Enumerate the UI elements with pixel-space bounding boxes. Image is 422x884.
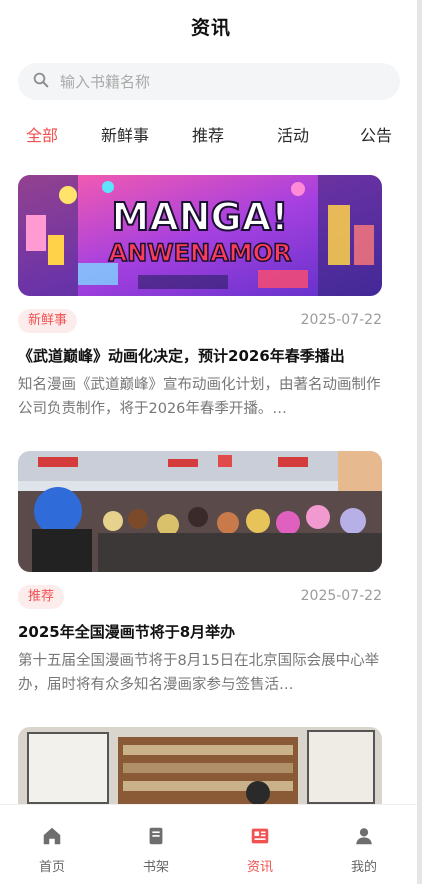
tab-events[interactable]: 活动 [277,122,309,146]
news-card[interactable] [18,727,382,807]
card-meta: 新鲜事 2025-07-22 [18,309,382,333]
news-card[interactable]: MANGA! ANWENAMOR 新鲜事 2025-07-22 《武道巅峰》动画… [18,175,382,417]
search-icon [32,71,50,93]
page-title: 资讯 [190,16,231,39]
cover-title-line1: MANGA! [112,195,289,239]
bottom-tabbar: 首页 书架 资讯 我的 [0,804,417,884]
article-summary: 知名漫画《武道巅峰》宣布动画化计划，由著名动画制作公司负责制作，将于2026年春… [18,377,381,417]
search-bar[interactable] [18,63,400,100]
card-meta: 推荐 2025-07-22 [18,585,382,609]
category-tag: 推荐 [18,585,65,609]
category-tag: 新鲜事 [18,309,78,333]
tab-announcements[interactable]: 公告 [360,122,392,146]
bookshelf-icon [145,805,167,851]
news-card[interactable]: 推荐 2025-07-22 2025年全国漫画节将于8月举办 第十五届全国漫画节… [18,451,382,693]
home-icon [41,805,63,851]
tab-news[interactable]: 新鲜事 [101,122,149,146]
tab-all[interactable]: 全部 [26,122,58,146]
tabbar-profile[interactable]: 我的 [312,805,416,884]
tab-recommend[interactable]: 推荐 [192,122,224,146]
publish-date: 2025-07-22 [300,312,382,328]
tabbar-bookshelf-label: 书架 [142,860,169,875]
article-title[interactable]: 2025年全国漫画节将于8月举办 [18,621,382,642]
tabbar-profile-label: 我的 [350,860,377,875]
tabbar-news[interactable]: 资讯 [208,805,312,884]
cover-title-line2: ANWENAMOR [109,239,292,267]
article-summary: 第十五届全国漫画节将于8月15日在北京国际会展中心举办，届时将有众多知名漫画家参… [18,653,380,693]
card-cover-image [18,451,382,572]
search-input[interactable] [60,72,360,91]
tabbar-news-label: 资讯 [246,860,273,875]
profile-icon [353,805,375,851]
card-cover-image: MANGA! ANWENAMOR [18,175,382,296]
card-cover-image [18,727,382,807]
article-title[interactable]: 《武道巅峰》动画化决定，预计2026年春季播出 [18,345,382,366]
category-tabs: 全部 新鲜事 推荐 活动 公告 [0,122,417,148]
tabbar-home[interactable]: 首页 [0,805,104,884]
news-icon [249,805,271,851]
tabbar-home-label: 首页 [38,860,65,875]
tabbar-bookshelf[interactable]: 书架 [104,805,208,884]
publish-date: 2025-07-22 [300,588,382,604]
header: 资讯 [0,0,422,52]
page-edge [417,0,422,884]
